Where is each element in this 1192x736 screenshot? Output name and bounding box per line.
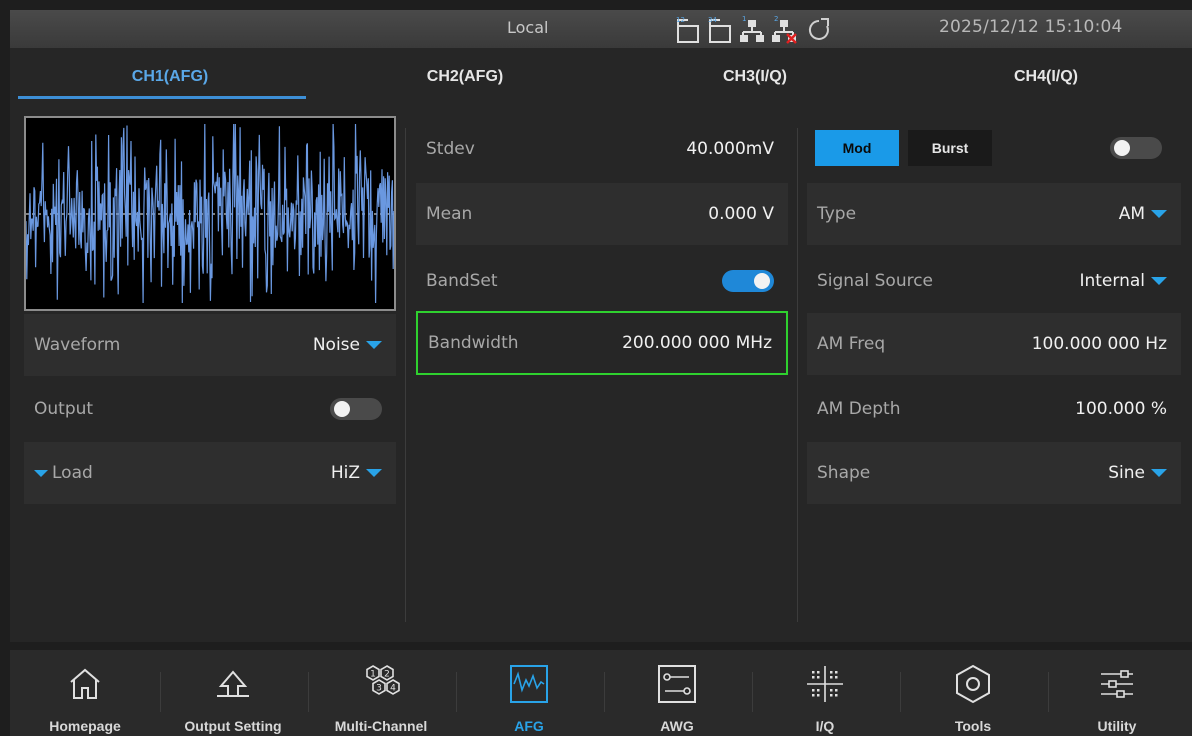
nav-output-setting-label: Output Setting xyxy=(184,718,282,734)
nav-utility[interactable]: Utility xyxy=(1042,650,1192,736)
am-freq-label: AM Freq xyxy=(817,334,886,354)
am-freq-row[interactable]: AM Freq 100.000 000 Hz xyxy=(807,313,1181,375)
nav-output-setting[interactable]: Output Setting xyxy=(158,650,308,736)
mean-value: 0.000 V xyxy=(708,204,774,224)
mean-label: Mean xyxy=(426,204,473,224)
load-value: HiZ xyxy=(330,463,360,483)
datetime: 2025/12/12 15:10:04 xyxy=(939,17,1123,37)
iq-icon xyxy=(807,666,843,702)
load-row[interactable]: Load HiZ xyxy=(24,442,396,504)
network-lan1-icon[interactable]: 1 xyxy=(738,14,766,44)
shape-value: Sine xyxy=(1108,463,1145,483)
waveform-row[interactable]: Waveform Noise xyxy=(24,314,396,376)
nav-awg[interactable]: AWG xyxy=(602,650,752,736)
am-depth-value: 100.000 % xyxy=(1075,399,1167,419)
bandwidth-value: 200.000 000 MHz xyxy=(622,333,772,353)
bandwidth-row[interactable]: Bandwidth 200.000 000 MHz xyxy=(416,311,788,375)
output-label: Output xyxy=(34,399,94,419)
am-depth-row[interactable]: AM Depth 100.000 % xyxy=(807,378,1181,440)
stdev-label: Stdev xyxy=(426,139,475,159)
expand-arrow-icon xyxy=(34,469,48,477)
dropdown-arrow-icon xyxy=(1151,469,1167,477)
svg-text:2: 2 xyxy=(384,670,390,680)
signal-source-row[interactable]: Signal Source Internal xyxy=(807,250,1181,312)
waveform-value: Noise xyxy=(312,335,360,355)
svg-text:3: 3 xyxy=(376,684,382,694)
nav-iq-label: I/Q xyxy=(815,718,835,734)
load-label: Load xyxy=(52,463,93,483)
output-row: Output xyxy=(24,378,396,440)
nav-homepage-label: Homepage xyxy=(49,718,121,734)
afg-waveform-icon xyxy=(510,665,548,703)
svg-text:1: 1 xyxy=(370,670,376,680)
mod-enable-toggle[interactable] xyxy=(1110,137,1162,159)
active-tab-indicator xyxy=(18,96,306,99)
mod-button[interactable]: Mod xyxy=(815,130,899,166)
status-bar: Local 12 34 1 2 2025/12/12 15:10:04 xyxy=(10,10,1192,48)
bandset-row: BandSet xyxy=(416,250,788,312)
nav-multi-channel-label: Multi-Channel xyxy=(334,718,428,734)
column-divider xyxy=(797,128,798,622)
am-depth-label: AM Depth xyxy=(817,399,901,419)
nav-tools[interactable]: Tools xyxy=(898,650,1048,736)
nav-iq[interactable]: I/Q xyxy=(750,650,900,736)
svg-text:34: 34 xyxy=(708,16,717,24)
column-divider xyxy=(405,128,406,622)
bandset-label: BandSet xyxy=(426,271,498,291)
awg-icon xyxy=(658,665,696,703)
signal-source-label: Signal Source xyxy=(817,271,934,291)
remote-status: Local xyxy=(507,18,549,37)
nav-awg-label: AWG xyxy=(660,718,694,734)
tools-icon xyxy=(956,664,990,704)
shape-row[interactable]: Shape Sine xyxy=(807,442,1181,504)
type-value: AM xyxy=(1118,204,1145,224)
svg-text:1: 1 xyxy=(742,15,746,23)
nav-tools-label: Tools xyxy=(954,718,992,734)
nav-multi-channel[interactable]: 1234 Multi-Channel xyxy=(306,650,456,736)
nav-afg[interactable]: AFG xyxy=(454,650,604,736)
lock-ch12-icon[interactable]: 12 xyxy=(674,14,702,44)
tab-ch2[interactable]: CH2(AFG) xyxy=(320,48,610,106)
lock-ch34-icon[interactable]: 34 xyxy=(706,14,734,44)
mean-row[interactable]: Mean 0.000 V xyxy=(416,183,788,245)
nav-homepage[interactable]: Homepage xyxy=(10,650,160,736)
dropdown-arrow-icon xyxy=(366,469,382,477)
dropdown-arrow-icon xyxy=(366,341,382,349)
refresh-icon[interactable] xyxy=(805,14,833,44)
home-icon xyxy=(70,668,100,699)
stdev-value: 40.000mV xyxy=(686,139,774,159)
dropdown-arrow-icon xyxy=(1151,277,1167,285)
am-freq-value: 100.000 000 Hz xyxy=(1031,334,1167,354)
bandset-toggle[interactable] xyxy=(722,270,774,292)
dropdown-arrow-icon xyxy=(1151,210,1167,218)
type-row[interactable]: Type AM xyxy=(807,183,1181,245)
svg-text:4: 4 xyxy=(390,684,396,694)
output-toggle[interactable] xyxy=(330,398,382,420)
svg-text:2: 2 xyxy=(774,15,778,23)
stdev-row[interactable]: Stdev 40.000mV xyxy=(416,118,788,180)
tab-ch3[interactable]: CH3(I/Q) xyxy=(610,48,900,106)
waveform-preview xyxy=(24,116,396,311)
bandwidth-label: Bandwidth xyxy=(428,333,519,353)
network-lan2-disconnected-icon[interactable]: 2 xyxy=(770,14,798,44)
svg-text:12: 12 xyxy=(676,16,685,24)
type-label: Type xyxy=(817,204,857,224)
noise-trace xyxy=(25,123,395,304)
tab-ch4[interactable]: CH4(I/Q) xyxy=(900,48,1192,106)
signal-source-value: Internal xyxy=(1079,271,1145,291)
waveform-label: Waveform xyxy=(34,335,121,355)
bottom-nav: Homepage Output Setting 1234 Multi-Chann… xyxy=(10,650,1192,736)
utility-sliders-icon xyxy=(1101,670,1133,698)
shape-label: Shape xyxy=(817,463,871,483)
output-icon xyxy=(217,670,249,697)
multi-channel-icon: 1 23 4 xyxy=(366,665,400,695)
burst-button[interactable]: Burst xyxy=(908,130,992,166)
nav-utility-label: Utility xyxy=(1097,718,1137,734)
nav-afg-label: AFG xyxy=(514,718,544,734)
noise-waveform xyxy=(25,123,395,304)
